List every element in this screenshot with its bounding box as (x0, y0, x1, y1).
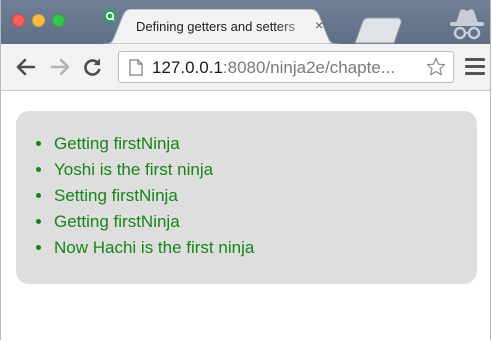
menu-bar-line (465, 58, 485, 61)
browser-window: Defining getters and setters × 127.0.0.1… (0, 0, 491, 340)
bullet (36, 167, 41, 172)
list-item: Yoshi is the first ninja (32, 157, 254, 183)
tab-close-icon[interactable]: × (315, 17, 323, 33)
tab-active[interactable]: Defining getters and setters × (103, 9, 339, 44)
bullet (36, 141, 41, 146)
close-window-button[interactable] (12, 14, 25, 27)
forward-arrow-icon[interactable] (49, 56, 71, 78)
address-bar[interactable]: 127.0.0.1:8080/ninja2e/chapte... (118, 51, 454, 83)
list-item-text: Getting firstNinja (54, 212, 180, 231)
back-arrow-icon[interactable] (15, 56, 37, 78)
results-box: Getting firstNinja Yoshi is the first ni… (16, 111, 477, 284)
reload-icon[interactable] (81, 56, 103, 78)
list-item: Setting firstNinja (32, 183, 254, 209)
results-list: Getting firstNinja Yoshi is the first ni… (32, 131, 254, 261)
bullet (36, 245, 41, 250)
url-text: 127.0.0.1:8080/ninja2e/chapte... (152, 58, 395, 78)
url-path: :8080/ninja2e/chapte... (222, 58, 395, 77)
list-item-text: Getting firstNinja (54, 134, 180, 153)
minimize-window-button[interactable] (32, 14, 45, 27)
menu-bar-line (465, 65, 485, 68)
url-host: 127.0.0.1 (152, 58, 223, 77)
list-item: Now Hachi is the first ninja (32, 235, 254, 261)
bullet (36, 193, 41, 198)
list-item-text: Setting firstNinja (54, 186, 178, 205)
zoom-window-button[interactable] (52, 14, 65, 27)
list-item: Getting firstNinja (32, 131, 254, 157)
refresh-circle-icon (103, 9, 117, 23)
menu-bar-line (465, 72, 485, 75)
tab-strip: Defining getters and setters × (1, 0, 490, 44)
menu-icon[interactable] (465, 58, 485, 76)
list-item-text: Yoshi is the first ninja (54, 160, 214, 179)
page-content: Getting firstNinja Yoshi is the first ni… (1, 91, 490, 340)
page-icon (129, 59, 143, 76)
list-item: Getting firstNinja (32, 209, 254, 235)
incognito-icon (450, 9, 484, 40)
bullet (36, 219, 41, 224)
star-icon[interactable] (426, 57, 446, 77)
new-tab-button[interactable] (353, 17, 405, 44)
browser-toolbar: 127.0.0.1:8080/ninja2e/chapte... (1, 44, 490, 91)
list-item-text: Now Hachi is the first ninja (54, 238, 255, 257)
tab-title: Defining getters and setters (136, 19, 295, 34)
